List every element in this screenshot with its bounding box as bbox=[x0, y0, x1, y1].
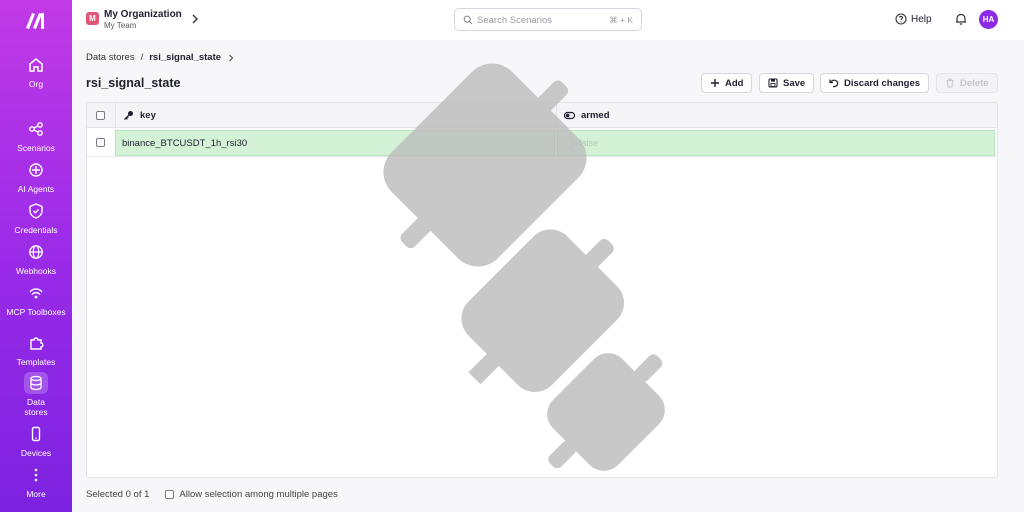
sidebar-item-scenarios[interactable]: Scenarios bbox=[0, 118, 72, 153]
puzzle-icon bbox=[30, 337, 44, 350]
chevron-right-icon[interactable] bbox=[190, 13, 200, 25]
sidebar-item-label: Devices bbox=[20, 448, 52, 458]
breadcrumb-separator: / bbox=[140, 52, 144, 63]
sidebar-item-label: Data stores bbox=[24, 397, 48, 417]
sidebar-item-webhooks[interactable]: Webhooks bbox=[0, 241, 72, 276]
save-label: Save bbox=[783, 77, 806, 89]
delete-label: Delete bbox=[960, 77, 989, 89]
search-shortcut: ⌘ + K bbox=[609, 15, 633, 25]
org-name[interactable]: My Organization bbox=[104, 9, 182, 20]
top-header: M My Organization My Team ⌘ + K Help HA bbox=[72, 0, 1024, 40]
column-divider bbox=[556, 103, 557, 128]
help-label: Help bbox=[911, 13, 932, 25]
sidebar-item-label: More bbox=[26, 489, 46, 499]
team-name[interactable]: My Team bbox=[104, 21, 136, 30]
table-header: key armed bbox=[87, 103, 997, 128]
delete-button[interactable]: Delete bbox=[936, 73, 998, 93]
sidebar-item-label: Webhooks bbox=[15, 266, 56, 276]
breadcrumb: Data stores / rsi_signal_state bbox=[86, 52, 235, 63]
save-button[interactable]: Save bbox=[759, 73, 815, 93]
sidebar-item-label: Scenarios bbox=[17, 143, 55, 153]
search-icon bbox=[463, 15, 473, 25]
sidebar-item-label: MCP Toolboxes bbox=[6, 307, 66, 317]
make-logo-icon[interactable] bbox=[24, 10, 48, 30]
sidebar-item-mcp-toolboxes[interactable]: MCP Toolboxes bbox=[0, 282, 72, 317]
trash-icon bbox=[946, 78, 954, 88]
breadcrumb-root[interactable]: Data stores bbox=[86, 52, 135, 63]
help-button[interactable]: Help bbox=[895, 12, 932, 26]
sidebar-item-label: AI Agents bbox=[17, 184, 55, 194]
ai-agents-icon bbox=[29, 163, 43, 177]
sidebar-item-data-stores[interactable]: Data stores bbox=[0, 372, 72, 417]
phone-icon bbox=[31, 426, 41, 442]
save-icon bbox=[768, 78, 778, 88]
sidebar-item-label: Templates bbox=[16, 357, 56, 367]
cell-key[interactable]: binance_BTCUSDT_1h_rsi30 bbox=[115, 130, 555, 156]
sidebar-item-templates[interactable]: Templates bbox=[0, 332, 72, 367]
sidebar-item-ai-agents[interactable]: AI Agents bbox=[0, 159, 72, 194]
mcp-icon bbox=[29, 288, 43, 299]
bell-icon[interactable] bbox=[954, 12, 968, 26]
search-box[interactable]: ⌘ + K bbox=[454, 8, 642, 31]
column-divider bbox=[115, 103, 116, 128]
sidebar-item-credentials[interactable]: Credentials bbox=[0, 200, 72, 235]
sidebar-item-devices[interactable]: Devices bbox=[0, 423, 72, 458]
column-header-label: key bbox=[140, 110, 156, 121]
allow-multi-page-checkbox[interactable] bbox=[165, 490, 175, 499]
search-input[interactable] bbox=[477, 12, 597, 28]
shield-icon bbox=[29, 203, 43, 219]
more-dots-icon bbox=[34, 468, 38, 482]
column-header-armed[interactable]: armed bbox=[564, 103, 610, 128]
table-footer: Selected 0 of 1 Allow selection among mu… bbox=[86, 489, 338, 500]
main-content: Data stores / rsi_signal_state rsi_signa… bbox=[72, 40, 1024, 512]
row-checkbox[interactable] bbox=[96, 138, 105, 147]
sidebar-item-label: Org bbox=[28, 79, 44, 89]
database-icon bbox=[30, 375, 42, 391]
globe-icon bbox=[29, 245, 43, 259]
allow-multi-page-label[interactable]: Allow selection among multiple pages bbox=[179, 489, 337, 500]
user-avatar[interactable]: HA bbox=[979, 10, 998, 29]
key-icon bbox=[124, 111, 133, 120]
data-store-table: key armed binance_BTCUSDT_1h_rsi30 false bbox=[86, 102, 998, 478]
toggle-icon bbox=[564, 111, 575, 120]
sidebar-item-org[interactable]: Org bbox=[0, 54, 72, 89]
undo-icon bbox=[829, 79, 839, 88]
armed-value: false bbox=[579, 138, 599, 148]
sidebar-item-label: Credentials bbox=[14, 225, 58, 235]
discard-label: Discard changes bbox=[844, 77, 921, 89]
home-icon bbox=[29, 58, 43, 72]
table-row[interactable]: binance_BTCUSDT_1h_rsi30 false bbox=[87, 129, 997, 157]
discard-changes-button[interactable]: Discard changes bbox=[820, 73, 930, 93]
chevron-right-icon[interactable] bbox=[227, 53, 235, 63]
scenarios-icon bbox=[29, 122, 43, 136]
add-label: Add bbox=[725, 77, 744, 89]
select-all-checkbox[interactable] bbox=[96, 111, 105, 120]
armed-checkbox[interactable] bbox=[564, 138, 573, 148]
breadcrumb-current: rsi_signal_state bbox=[149, 52, 222, 63]
cell-armed[interactable]: false bbox=[557, 130, 995, 156]
selection-count: Selected 0 of 1 bbox=[86, 489, 150, 500]
org-badge[interactable]: M bbox=[86, 12, 99, 25]
sidebar: Org Scenarios AI Agents Credentials Webh… bbox=[0, 0, 72, 512]
plus-icon bbox=[711, 79, 719, 87]
sidebar-item-more[interactable]: More bbox=[0, 464, 72, 499]
add-button[interactable]: Add bbox=[701, 73, 753, 93]
column-header-label: armed bbox=[581, 110, 610, 121]
column-header-key[interactable]: key bbox=[123, 103, 156, 128]
help-icon bbox=[895, 13, 907, 25]
page-title: rsi_signal_state bbox=[86, 76, 181, 90]
